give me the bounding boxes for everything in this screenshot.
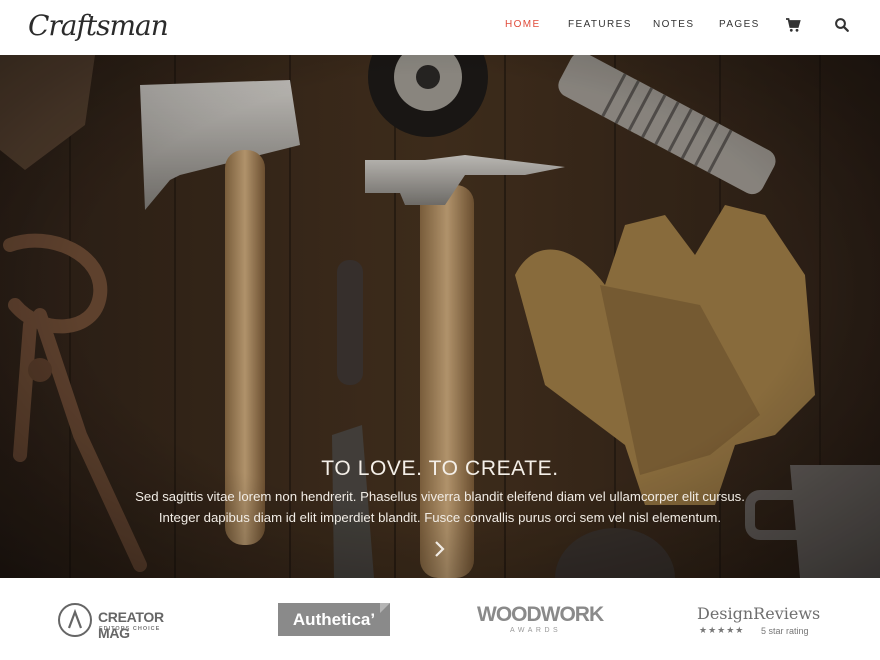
design-reviews-logo: DesignReviews ★★★★★ 5 star rating <box>697 604 827 644</box>
logo-text: Craftsman <box>28 9 169 42</box>
design-reviews-name: DesignReviews <box>697 604 821 623</box>
site-logo[interactable]: Craftsman <box>28 4 169 48</box>
hero-description-line-1: Sed sagittis vitae lorem non hendrerit. … <box>135 489 745 504</box>
chevron-right-icon[interactable] <box>429 539 449 559</box>
woodwork-name: WOODWORK <box>477 603 604 626</box>
star-rating-icon: ★★★★★ <box>699 625 745 635</box>
hero-description-line-2: Integer dapibus diam id elit imperdiet b… <box>158 510 722 525</box>
woodwork-logo: WOODWORK AWARDS <box>477 603 617 643</box>
creator-mag-sub: EDITORS CHOICE <box>99 626 161 632</box>
woodwork-sub: AWARDS <box>510 627 562 634</box>
creator-mag-emblem <box>58 603 92 637</box>
cart-icon[interactable] <box>785 17 801 33</box>
design-reviews-rating: 5 star rating <box>761 626 809 636</box>
hero-title: TO LOVE. TO CREATE. <box>321 457 559 480</box>
search-icon[interactable] <box>834 17 850 33</box>
site-header: Craftsman HOME FEATURES NOTES PAGES <box>0 0 880 55</box>
authetica-corner <box>380 603 390 613</box>
nav-item-features[interactable]: FEATURES <box>568 19 632 30</box>
nav-item-pages[interactable]: PAGES <box>719 19 760 30</box>
creator-mag-logo: CREATOR MAG EDITORS CHOICE <box>58 601 198 641</box>
brand-logos-strip: CREATOR MAG EDITORS CHOICE Authetica’ WO… <box>0 578 880 660</box>
creator-mag-name: CREATOR MAG <box>98 609 164 641</box>
nav-item-notes[interactable]: NOTES <box>653 19 694 30</box>
hero-banner: TO LOVE. TO CREATE. Sed sagittis vitae l… <box>0 55 880 578</box>
nav-item-home[interactable]: HOME <box>505 19 541 30</box>
authetica-name: Authetica’ <box>292 610 376 629</box>
authetica-logo: Authetica’ <box>278 603 390 636</box>
